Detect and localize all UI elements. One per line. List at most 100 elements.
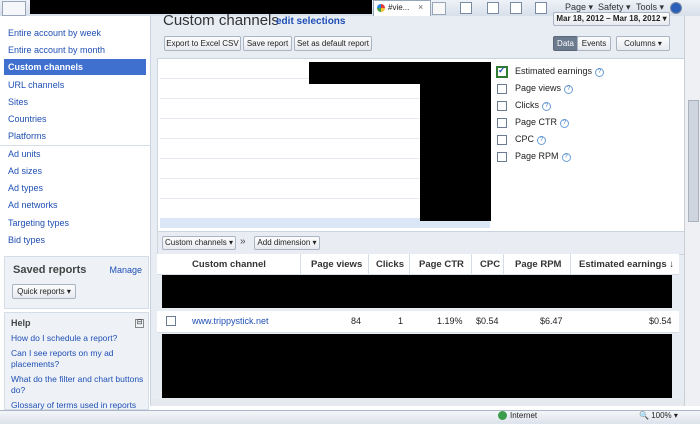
redacted-block [420, 62, 491, 221]
help-link-filter-chart[interactable]: What do the filter and chart buttons do? [11, 374, 145, 396]
col-page-rpm[interactable]: Page RPM [515, 259, 561, 270]
checkbox-icon[interactable] [497, 152, 507, 162]
help-question-icon[interactable]: ? [542, 102, 551, 111]
col-cpc[interactable]: CPC [480, 259, 500, 270]
col-page-views[interactable]: Page views [311, 259, 362, 270]
help-question-icon[interactable]: ? [561, 153, 571, 162]
checkbox-checked-icon[interactable] [496, 65, 508, 78]
legend-label: Page CTR [515, 117, 558, 127]
help-title: Help [11, 318, 31, 328]
help-link-placements[interactable]: Can I see reports on my ad placements? [11, 348, 145, 370]
export-csv-button[interactable]: Export to Excel CSV [164, 36, 241, 51]
security-zone: Internet [498, 411, 538, 421]
col-estimated-earnings[interactable]: Estimated earnings ↓ [579, 259, 674, 270]
zoom-control[interactable]: 🔍 100% ▾ [639, 411, 678, 420]
cell-clicks: 1 [398, 316, 404, 326]
new-tab-button[interactable] [432, 2, 446, 15]
channel-link[interactable]: www.trippystick.net [192, 316, 269, 326]
redacted-rows [162, 334, 672, 398]
col-divider [368, 254, 369, 274]
col-divider [300, 254, 301, 274]
help-link-schedule[interactable]: How do I schedule a report? [11, 333, 145, 344]
vertical-scrollbar[interactable] [684, 16, 700, 406]
zone-label: Internet [510, 411, 538, 420]
add-dimension-dropdown[interactable]: Add dimension ▾ [254, 236, 320, 250]
active-tab[interactable]: #vie... × [373, 0, 431, 16]
col-divider [570, 254, 571, 274]
nav-bid-types[interactable]: Bid types [8, 232, 148, 248]
table-header: Custom channel Page views Clicks Page CT… [157, 254, 679, 275]
help-question-icon[interactable]: ? [560, 119, 570, 128]
cell-page-rpm: $6.47 [540, 316, 563, 326]
save-report-button[interactable]: Save report [243, 36, 292, 51]
row-checkbox[interactable] [166, 316, 176, 326]
scrollbar-thumb[interactable] [688, 100, 699, 222]
zoom-level: 100% [651, 411, 672, 420]
legend-label: CPC [515, 134, 535, 144]
view-data-toggle[interactable]: Data [553, 36, 578, 51]
cell-page-ctr: 1.19% [437, 316, 463, 326]
nav-custom-channels[interactable]: Custom channels [4, 59, 146, 75]
nav-ad-sizes[interactable]: Ad sizes [8, 163, 148, 179]
help-question-icon[interactable]: ? [595, 68, 605, 77]
nav-targeting-types[interactable]: Targeting types [8, 215, 148, 231]
col-custom-channel[interactable]: Custom channel [192, 259, 266, 270]
manage-link[interactable]: Manage [109, 265, 142, 275]
quick-tabs-button[interactable] [2, 1, 26, 16]
nav-ad-networks[interactable]: Ad networks [8, 197, 148, 213]
help-icon[interactable] [670, 2, 684, 14]
read-mail-icon[interactable] [510, 2, 524, 14]
help-question-icon[interactable]: ? [537, 136, 547, 145]
home-icon[interactable] [460, 2, 474, 14]
collapse-icon[interactable]: ⊟ [135, 319, 144, 328]
feeds-icon[interactable] [487, 2, 501, 14]
cell-estimated-earnings: $0.54 [649, 316, 672, 326]
set-default-report-button[interactable]: Set as default report [294, 36, 372, 51]
checkbox-icon[interactable] [497, 101, 507, 111]
cell-page-views: 84 [351, 316, 362, 326]
nav-entire-account-month[interactable]: Entire account by month [8, 42, 148, 58]
legend-label: Clicks [515, 100, 539, 110]
checkbox-icon[interactable] [497, 84, 507, 94]
print-icon[interactable] [535, 2, 549, 14]
page-title: Custom channels [163, 12, 279, 29]
edit-selections-link[interactable]: edit selections [276, 16, 345, 27]
nav-platforms[interactable]: Platforms [8, 128, 148, 144]
tab-title: #vie... [388, 3, 410, 12]
nav-url-channels[interactable]: URL channels [8, 77, 148, 93]
nav-ad-units[interactable]: Ad units [8, 146, 148, 162]
redacted-row [162, 275, 672, 308]
horizontal-scrollbar[interactable] [151, 399, 684, 406]
checkbox-icon[interactable] [497, 118, 507, 128]
close-tab-icon[interactable]: × [418, 2, 423, 12]
breadcrumb-arrow: » [240, 236, 246, 247]
columns-dropdown[interactable]: Columns ▾ [616, 36, 670, 51]
globe-icon [498, 411, 507, 421]
legend-label: Page views [515, 83, 562, 93]
saved-reports-panel: Saved reports Manage Quick reports ▾ [4, 256, 149, 309]
zoom-icon: 🔍 [639, 411, 652, 420]
dimension-dropdown[interactable]: Custom channels ▾ [162, 236, 236, 250]
nav-entire-account-week[interactable]: Entire account by week [8, 25, 148, 41]
col-divider [409, 254, 410, 274]
checkbox-icon[interactable] [497, 135, 507, 145]
cell-cpc: $0.54 [476, 316, 499, 326]
table-row: www.trippystick.net 84 1 1.19% $0.54 $6.… [157, 311, 679, 333]
col-divider [471, 254, 472, 274]
help-question-icon[interactable]: ? [564, 85, 574, 94]
quick-reports-dropdown[interactable]: Quick reports ▾ [12, 284, 76, 299]
table-controls [157, 231, 693, 255]
col-page-ctr[interactable]: Page CTR [419, 259, 464, 270]
col-divider [503, 254, 504, 274]
help-panel: Help ⊟ How do I schedule a report? Can I… [4, 312, 149, 410]
nav-countries[interactable]: Countries [8, 111, 148, 127]
saved-reports-title: Saved reports [13, 264, 87, 276]
col-clicks[interactable]: Clicks [376, 259, 404, 270]
date-range-picker[interactable]: Mar 18, 2012 – Mar 18, 2012 ▾ [553, 12, 670, 26]
adsense-favicon-icon [377, 4, 385, 12]
legend-label: Estimated earnings [515, 66, 593, 76]
nav-ad-types[interactable]: Ad types [8, 180, 148, 196]
legend-label: Page RPM [515, 151, 559, 161]
view-events-toggle[interactable]: Events [577, 36, 611, 51]
nav-sites[interactable]: Sites [8, 94, 148, 110]
